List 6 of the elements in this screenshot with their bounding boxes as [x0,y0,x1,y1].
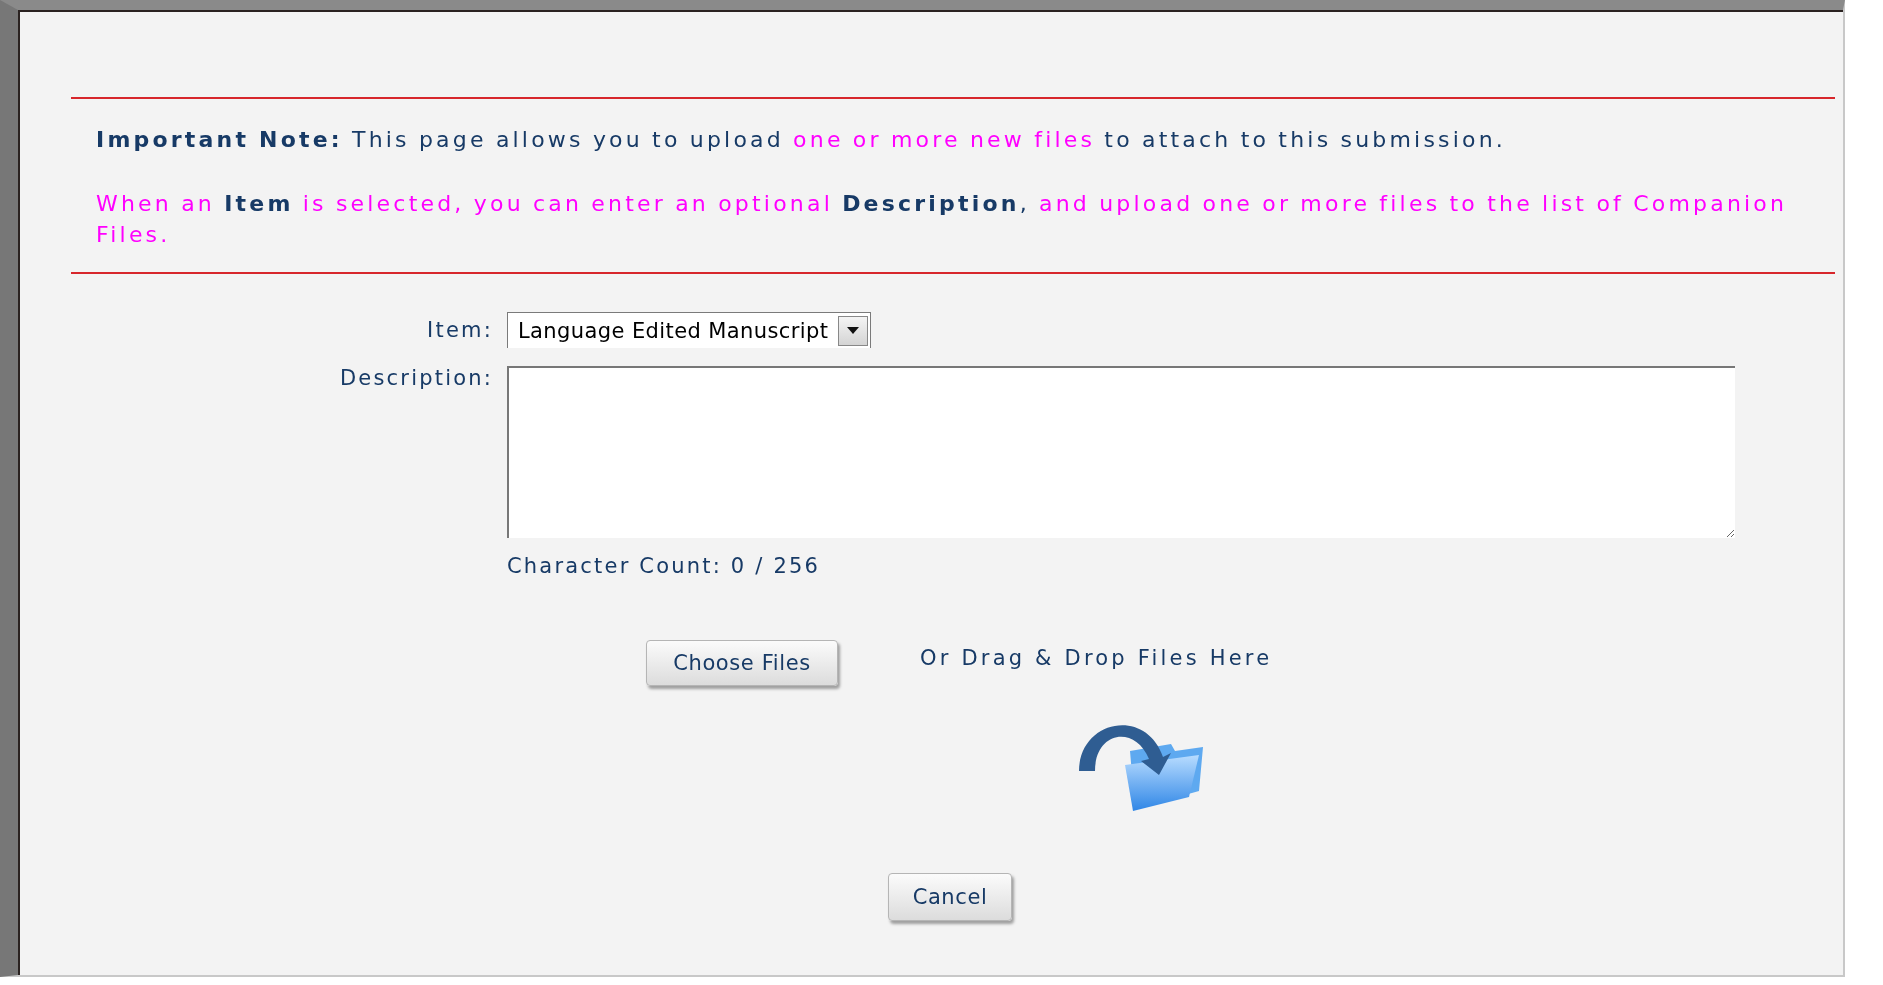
note-paragraph: Important Note: This page allows you to upload one or more new files to attach to this submission. [96,126,1508,154]
character-count: Character Count: 0 / 256 [507,554,822,578]
note-paragraph: When an Item is selected, you can enter an optional Description, and upload one or more files to the list of Companion Files. [96,190,1789,249]
drop-hint: Or Drag & Drop Files Here [920,646,1273,670]
field-label: Description: [339,366,493,392]
field-label: Item: [427,318,493,342]
